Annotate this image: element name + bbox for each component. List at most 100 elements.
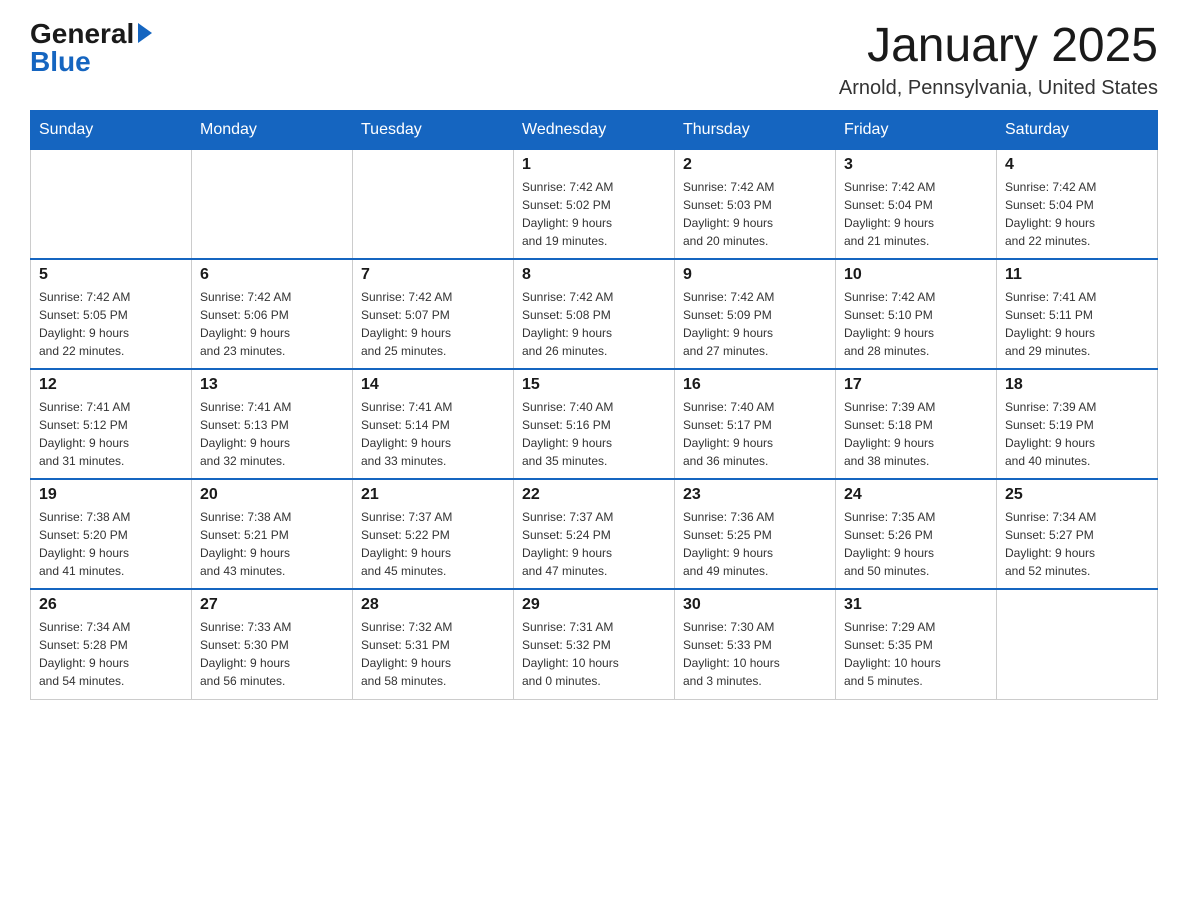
day-info: Sunrise: 7:39 AMSunset: 5:18 PMDaylight:… — [844, 398, 988, 470]
day-number: 17 — [844, 376, 988, 394]
calendar-cell: 7 Sunrise: 7:42 AMSunset: 5:07 PMDaylight… — [353, 259, 514, 369]
calendar-cell: 16 Sunrise: 7:40 AMSunset: 5:17 PMDayligh… — [675, 369, 836, 479]
day-number: 3 — [844, 156, 988, 174]
day-number: 14 — [361, 376, 505, 394]
day-number: 31 — [844, 596, 988, 614]
header-cell-tuesday: Tuesday — [353, 110, 514, 149]
header-cell-monday: Monday — [192, 110, 353, 149]
day-info: Sunrise: 7:32 AMSunset: 5:31 PMDaylight:… — [361, 618, 505, 690]
day-number: 2 — [683, 156, 827, 174]
day-info: Sunrise: 7:37 AMSunset: 5:24 PMDaylight:… — [522, 508, 666, 580]
calendar-subtitle: Arnold, Pennsylvania, United States — [839, 77, 1158, 100]
calendar-cell: 20Sunrise: 7:38 AMSunset: 5:21 PMDayligh… — [192, 479, 353, 589]
day-number: 10 — [844, 266, 988, 284]
day-number: 4 — [1005, 156, 1149, 174]
calendar-cell: 6Sunrise: 7:42 AMSunset: 5:06 PMDaylight… — [192, 259, 353, 369]
header-cell-friday: Friday — [836, 110, 997, 149]
day-info: Sunrise: 7:42 AMSunset: 5:03 PMDaylight:… — [683, 178, 827, 250]
logo-blue: Blue — [30, 48, 91, 76]
calendar-cell: 26 Sunrise: 7:34 AMSunset: 5:28 PMDayligh… — [31, 589, 192, 699]
calendar-cell: 10 Sunrise: 7:42 AMSunset: 5:10 PMDayligh… — [836, 259, 997, 369]
title-section: January 2025 Arnold, Pennsylvania, Unite… — [839, 20, 1158, 100]
day-info: Sunrise: 7:42 AMSunset: 5:10 PMDaylight:… — [844, 288, 988, 360]
day-info: Sunrise: 7:42 AMSunset: 5:09 PMDaylight:… — [683, 288, 827, 360]
calendar-cell — [192, 149, 353, 259]
day-number: 9 — [683, 266, 827, 284]
day-info: Sunrise: 7:31 AMSunset: 5:32 PMDaylight:… — [522, 618, 666, 690]
day-info: Sunrise: 7:42 AMSunset: 5:06 PMDaylight:… — [200, 288, 344, 360]
day-number: 26 — [39, 596, 183, 614]
calendar-cell: 25 Sunrise: 7:34 AMSunset: 5:27 PMDayligh… — [997, 479, 1158, 589]
calendar-cell: 29 Sunrise: 7:31 AMSunset: 5:32 PMDayligh… — [514, 589, 675, 699]
calendar-week-3: 12 Sunrise: 7:41 AMSunset: 5:12 PMDayligh… — [31, 369, 1158, 479]
day-info: Sunrise: 7:34 AMSunset: 5:27 PMDaylight:… — [1005, 508, 1149, 580]
calendar-header-row: SundayMondayTuesdayWednesdayThursdayFrid… — [31, 110, 1158, 149]
day-info: Sunrise: 7:37 AMSunset: 5:22 PMDaylight:… — [361, 508, 505, 580]
calendar-cell: 12 Sunrise: 7:41 AMSunset: 5:12 PMDayligh… — [31, 369, 192, 479]
day-number: 7 — [361, 266, 505, 284]
day-info: Sunrise: 7:41 AMSunset: 5:13 PMDaylight:… — [200, 398, 344, 470]
day-info: Sunrise: 7:36 AMSunset: 5:25 PMDaylight:… — [683, 508, 827, 580]
day-number: 13 — [200, 376, 344, 394]
header-cell-sunday: Sunday — [31, 110, 192, 149]
page-header: General Blue January 2025 Arnold, Pennsy… — [30, 20, 1158, 100]
day-number: 29 — [522, 596, 666, 614]
calendar-week-4: 19Sunrise: 7:38 AMSunset: 5:20 PMDayligh… — [31, 479, 1158, 589]
day-info: Sunrise: 7:41 AMSunset: 5:11 PMDaylight:… — [1005, 288, 1149, 360]
day-number: 16 — [683, 376, 827, 394]
calendar-cell: 8 Sunrise: 7:42 AMSunset: 5:08 PMDaylight… — [514, 259, 675, 369]
calendar-cell: 15 Sunrise: 7:40 AMSunset: 5:16 PMDayligh… — [514, 369, 675, 479]
calendar-week-1: 1 Sunrise: 7:42 AMSunset: 5:02 PMDaylight… — [31, 149, 1158, 259]
day-info: Sunrise: 7:42 AMSunset: 5:07 PMDaylight:… — [361, 288, 505, 360]
day-number: 28 — [361, 596, 505, 614]
day-info: Sunrise: 7:40 AMSunset: 5:16 PMDaylight:… — [522, 398, 666, 470]
calendar-cell: 11 Sunrise: 7:41 AMSunset: 5:11 PMDayligh… — [997, 259, 1158, 369]
day-number: 24 — [844, 486, 988, 504]
calendar-cell: 27Sunrise: 7:33 AMSunset: 5:30 PMDayligh… — [192, 589, 353, 699]
day-number: 8 — [522, 266, 666, 284]
calendar-title: January 2025 — [839, 20, 1158, 73]
calendar-cell: 17 Sunrise: 7:39 AMSunset: 5:18 PMDayligh… — [836, 369, 997, 479]
day-info: Sunrise: 7:38 AMSunset: 5:21 PMDaylight:… — [200, 508, 344, 580]
day-info: Sunrise: 7:42 AMSunset: 5:02 PMDaylight:… — [522, 178, 666, 250]
day-info: Sunrise: 7:35 AMSunset: 5:26 PMDaylight:… — [844, 508, 988, 580]
day-number: 1 — [522, 156, 666, 174]
day-number: 15 — [522, 376, 666, 394]
header-cell-saturday: Saturday — [997, 110, 1158, 149]
day-info: Sunrise: 7:42 AMSunset: 5:04 PMDaylight:… — [844, 178, 988, 250]
header-cell-wednesday: Wednesday — [514, 110, 675, 149]
day-info: Sunrise: 7:39 AMSunset: 5:19 PMDaylight:… — [1005, 398, 1149, 470]
calendar-cell: 9 Sunrise: 7:42 AMSunset: 5:09 PMDaylight… — [675, 259, 836, 369]
day-number: 11 — [1005, 266, 1149, 284]
day-number: 12 — [39, 376, 183, 394]
day-info: Sunrise: 7:41 AMSunset: 5:12 PMDaylight:… — [39, 398, 183, 470]
day-info: Sunrise: 7:41 AMSunset: 5:14 PMDaylight:… — [361, 398, 505, 470]
day-number: 30 — [683, 596, 827, 614]
day-info: Sunrise: 7:29 AMSunset: 5:35 PMDaylight:… — [844, 618, 988, 690]
calendar-cell: 1 Sunrise: 7:42 AMSunset: 5:02 PMDaylight… — [514, 149, 675, 259]
day-info: Sunrise: 7:34 AMSunset: 5:28 PMDaylight:… — [39, 618, 183, 690]
logo-general: General — [30, 20, 134, 48]
calendar-cell: 4 Sunrise: 7:42 AMSunset: 5:04 PMDaylight… — [997, 149, 1158, 259]
calendar-cell: 28 Sunrise: 7:32 AMSunset: 5:31 PMDayligh… — [353, 589, 514, 699]
day-info: Sunrise: 7:40 AMSunset: 5:17 PMDaylight:… — [683, 398, 827, 470]
calendar-cell: 24 Sunrise: 7:35 AMSunset: 5:26 PMDayligh… — [836, 479, 997, 589]
day-info: Sunrise: 7:38 AMSunset: 5:20 PMDaylight:… — [39, 508, 183, 580]
day-number: 21 — [361, 486, 505, 504]
calendar-cell: 5Sunrise: 7:42 AMSunset: 5:05 PMDaylight… — [31, 259, 192, 369]
calendar-cell — [353, 149, 514, 259]
calendar-week-5: 26 Sunrise: 7:34 AMSunset: 5:28 PMDayligh… — [31, 589, 1158, 699]
calendar-cell: 13 Sunrise: 7:41 AMSunset: 5:13 PMDayligh… — [192, 369, 353, 479]
calendar-cell: 23Sunrise: 7:36 AMSunset: 5:25 PMDayligh… — [675, 479, 836, 589]
day-number: 25 — [1005, 486, 1149, 504]
calendar-cell: 18Sunrise: 7:39 AMSunset: 5:19 PMDayligh… — [997, 369, 1158, 479]
day-number: 22 — [522, 486, 666, 504]
calendar-cell: 22 Sunrise: 7:37 AMSunset: 5:24 PMDayligh… — [514, 479, 675, 589]
calendar-cell — [997, 589, 1158, 699]
day-info: Sunrise: 7:42 AMSunset: 5:05 PMDaylight:… — [39, 288, 183, 360]
day-info: Sunrise: 7:42 AMSunset: 5:04 PMDaylight:… — [1005, 178, 1149, 250]
day-info: Sunrise: 7:42 AMSunset: 5:08 PMDaylight:… — [522, 288, 666, 360]
logo: General Blue — [30, 20, 152, 76]
calendar-cell — [31, 149, 192, 259]
day-info: Sunrise: 7:30 AMSunset: 5:33 PMDaylight:… — [683, 618, 827, 690]
